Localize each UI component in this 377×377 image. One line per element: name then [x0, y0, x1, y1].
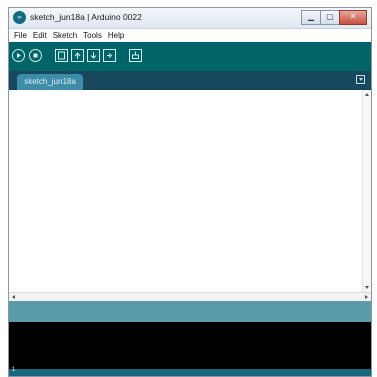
- tab-strip: sketch_jun18a: [9, 71, 371, 90]
- stop-button[interactable]: [29, 49, 42, 62]
- save-icon: [90, 52, 97, 59]
- minimize-button[interactable]: ▁: [301, 10, 321, 25]
- verify-icon: [17, 53, 21, 58]
- serial-monitor-icon: [132, 51, 139, 59]
- menu-file[interactable]: File: [14, 31, 27, 40]
- menu-sketch[interactable]: Sketch: [53, 31, 77, 40]
- arduino-ide-window: ∞ sketch_jun18a | Arduino 0022 ▁ ▢ ✕ Fil…: [8, 7, 372, 377]
- status-bar: [9, 301, 371, 322]
- menu-help[interactable]: Help: [108, 31, 124, 40]
- scroll-right-arrow-icon[interactable]: [365, 295, 368, 299]
- tab-sketch[interactable]: sketch_jun18a: [17, 74, 83, 90]
- open-icon: [74, 52, 81, 59]
- footer-bar: 1: [9, 367, 371, 376]
- new-icon: [58, 51, 65, 60]
- save-button[interactable]: [87, 49, 100, 62]
- line-number: 1: [12, 367, 16, 373]
- toolbar: [9, 42, 371, 71]
- window-controls: ▁ ▢ ✕: [301, 10, 367, 25]
- scroll-up-arrow-icon[interactable]: [365, 93, 369, 96]
- maximize-button[interactable]: ▢: [320, 10, 340, 25]
- scroll-left-arrow-icon[interactable]: [12, 295, 15, 299]
- menu-bar: File Edit Sketch Tools Help: [9, 29, 371, 42]
- menu-tools[interactable]: Tools: [83, 31, 102, 40]
- close-button[interactable]: ✕: [339, 10, 367, 25]
- menu-edit[interactable]: Edit: [33, 31, 47, 40]
- upload-icon: [107, 53, 113, 58]
- code-editor[interactable]: [9, 90, 371, 292]
- arduino-logo-icon: ∞: [13, 11, 26, 24]
- scroll-down-arrow-icon[interactable]: [365, 286, 369, 289]
- title-bar: ∞ sketch_jun18a | Arduino 0022 ▁ ▢ ✕: [9, 8, 371, 29]
- console-output: [9, 322, 371, 369]
- new-button[interactable]: [55, 49, 68, 62]
- upload-button[interactable]: [103, 49, 116, 62]
- open-button[interactable]: [71, 49, 84, 62]
- tab-menu-arrow-icon[interactable]: [356, 75, 365, 84]
- stop-icon: [33, 53, 38, 58]
- verify-button[interactable]: [12, 49, 25, 62]
- window-title: sketch_jun18a | Arduino 0022: [30, 12, 142, 22]
- vertical-scrollbar[interactable]: [362, 90, 371, 292]
- serial-monitor-button[interactable]: [129, 49, 142, 62]
